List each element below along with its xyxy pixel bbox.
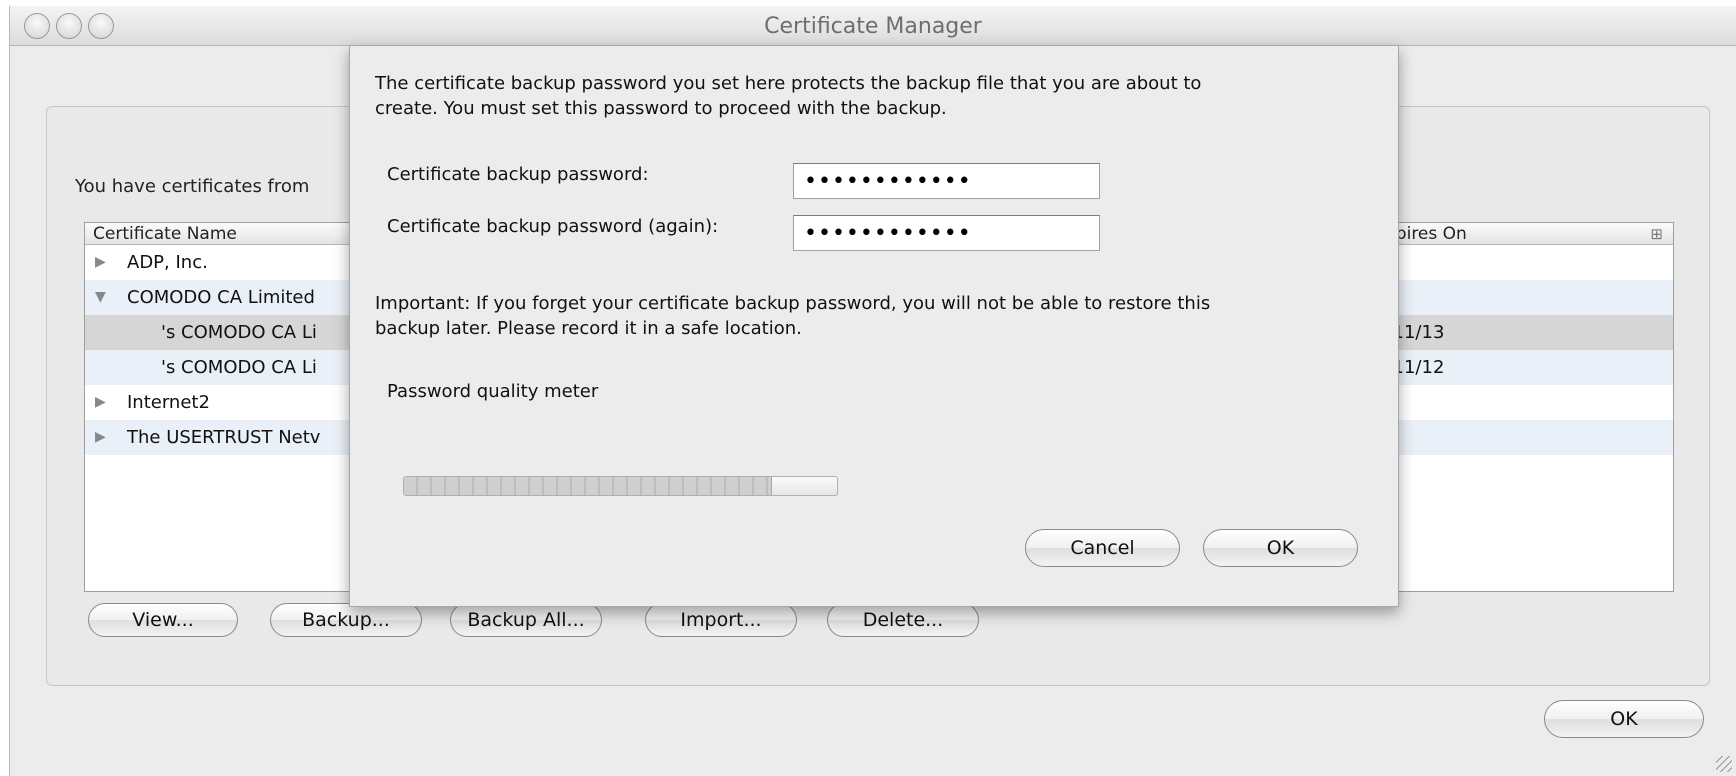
row-name: The USERTRUST Netv bbox=[127, 427, 321, 448]
disclosure-collapsed-icon[interactable]: ▶ bbox=[95, 385, 106, 420]
password-field[interactable] bbox=[793, 163, 1100, 199]
delete-button[interactable]: Delete... bbox=[827, 603, 979, 637]
title-bar[interactable]: Certificate Manager bbox=[10, 6, 1736, 46]
cancel-button[interactable]: Cancel bbox=[1025, 529, 1180, 567]
meter-label: Password quality meter bbox=[387, 381, 599, 402]
password-quality-meter-fill bbox=[404, 477, 773, 495]
disclosure-collapsed-icon[interactable]: ▶ bbox=[95, 245, 106, 280]
password-again-label: Certificate backup password (again): bbox=[387, 216, 719, 237]
dialog-intro-line1: The certificate backup password you set … bbox=[375, 73, 1202, 94]
column-picker-icon[interactable]: ⊞ bbox=[1650, 225, 1663, 243]
intro-text: You have certificates from bbox=[75, 176, 310, 197]
column-certificate-name[interactable]: Certificate Name bbox=[93, 223, 237, 245]
row-name: Internet2 bbox=[127, 392, 210, 413]
view-button[interactable]: View... bbox=[88, 603, 238, 637]
import-button[interactable]: Import... bbox=[645, 603, 797, 637]
row-name: 's COMODO CA Li bbox=[161, 357, 317, 378]
dialog-ok-button[interactable]: OK bbox=[1203, 529, 1358, 567]
row-name: 's COMODO CA Li bbox=[161, 322, 317, 343]
important-line2: backup later. Please record it in a safe… bbox=[375, 318, 802, 339]
resize-grip-icon[interactable] bbox=[1716, 756, 1732, 772]
dialog-intro-line2: create. You must set this password to pr… bbox=[375, 98, 947, 119]
disclosure-expanded-icon[interactable]: ▼ bbox=[95, 280, 106, 315]
important-line1: Important: If you forget your certificat… bbox=[375, 293, 1211, 314]
row-name: ADP, Inc. bbox=[127, 252, 208, 273]
backup-button[interactable]: Backup... bbox=[270, 603, 422, 637]
row-name: COMODO CA Limited bbox=[127, 287, 315, 308]
password-again-field[interactable] bbox=[793, 215, 1100, 251]
backup-all-button[interactable]: Backup All... bbox=[450, 603, 602, 637]
password-quality-meter bbox=[403, 476, 838, 496]
backup-password-dialog: The certificate backup password you set … bbox=[349, 45, 1399, 607]
password-label: Certificate backup password: bbox=[387, 164, 649, 185]
main-ok-button[interactable]: OK bbox=[1544, 700, 1704, 738]
disclosure-collapsed-icon[interactable]: ▶ bbox=[95, 420, 106, 455]
window-title: Certificate Manager bbox=[764, 14, 982, 39]
